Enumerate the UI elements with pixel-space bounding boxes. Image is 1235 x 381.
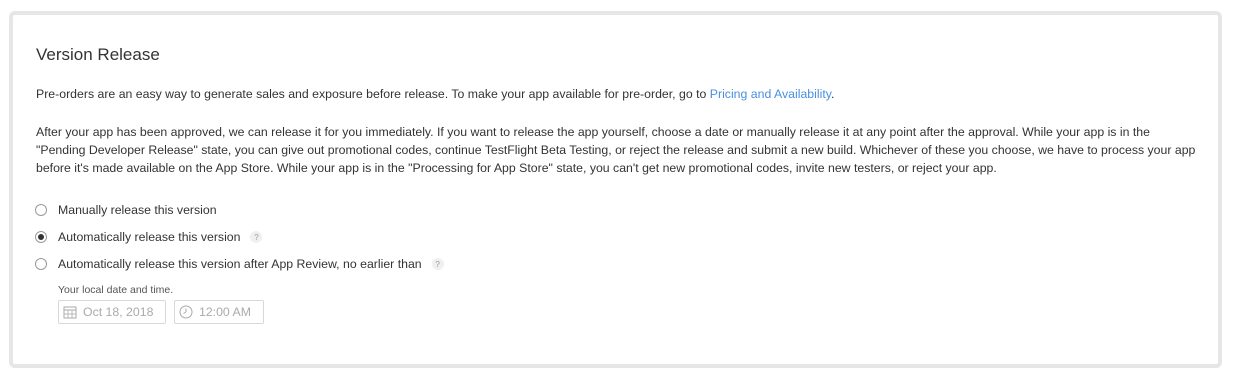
help-icon[interactable]: ? — [431, 258, 444, 270]
radio-auto[interactable] — [35, 231, 47, 243]
clock-icon — [179, 305, 193, 319]
release-date-field[interactable]: Oct 18, 2018 — [58, 300, 166, 324]
option-label: Automatically release this version after… — [58, 257, 422, 271]
intro-end: . — [830, 87, 835, 101]
release-time-field[interactable]: 12:00 AM — [174, 300, 264, 324]
pricing-availability-link[interactable]: Pricing and Availability — [710, 87, 831, 101]
version-release-panel: Version Release Pre-orders are an easy w… — [9, 11, 1222, 368]
local-date-time-label: Your local date and time. — [58, 284, 174, 296]
option-auto-release[interactable]: Automatically release this version ? — [35, 230, 263, 244]
radio-auto-after[interactable] — [35, 258, 47, 270]
preorder-intro: Pre-orders are an easy way to generate s… — [36, 85, 1196, 103]
option-auto-release-after-date[interactable]: Automatically release this version after… — [35, 257, 444, 271]
option-label: Manually release this version — [58, 203, 217, 217]
calendar-icon — [63, 305, 77, 319]
release-date-value: Oct 18, 2018 — [83, 305, 154, 319]
release-time-value: 12:00 AM — [199, 305, 251, 319]
help-icon[interactable]: ? — [250, 231, 263, 243]
option-label: Automatically release this version — [58, 230, 241, 244]
option-manual-release[interactable]: Manually release this version — [35, 203, 217, 217]
radio-manual[interactable] — [35, 204, 47, 216]
release-description: After your app has been approved, we can… — [36, 125, 1196, 175]
section-title: Version Release — [36, 45, 160, 64]
intro-text: Pre-orders are an easy way to generate s… — [36, 87, 710, 101]
